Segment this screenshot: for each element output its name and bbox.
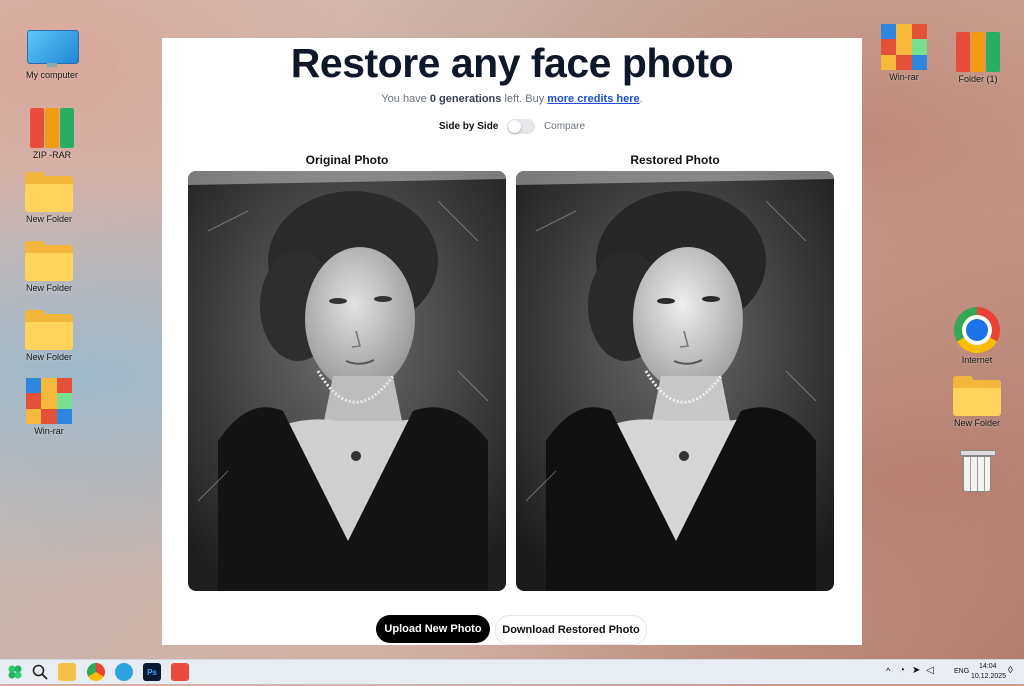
- winrar-icon: [881, 24, 927, 70]
- desktop-icon-winrar-left[interactable]: Win-rar: [17, 378, 81, 436]
- portrait-image: [188, 171, 506, 591]
- photo-restore-app: Restore any face photo You have 0 genera…: [162, 38, 862, 645]
- chrome-icon[interactable]: [87, 663, 105, 681]
- desktop-icon-folder-1[interactable]: Folder (1): [946, 28, 1010, 84]
- notification-bell-icon[interactable]: ◊: [1008, 665, 1013, 676]
- desktop-icon-zip-rar[interactable]: ZIP -RAR: [20, 104, 84, 160]
- original-photo-label: Original Photo: [305, 153, 389, 167]
- restored-photo: [516, 171, 834, 591]
- trash-icon: [960, 448, 996, 492]
- generations-count: 0 generations: [429, 93, 502, 105]
- desktop-icon-new-folder-1[interactable]: New Folder: [17, 172, 81, 224]
- view-mode-toggle-row: Side by Side Compare: [162, 119, 862, 134]
- side-by-side-label: Side by Side: [438, 121, 499, 132]
- page-title: Restore any face photo: [290, 40, 734, 86]
- folder-icon: [953, 376, 1001, 416]
- clock-date[interactable]: 10.12.2025: [971, 673, 1006, 680]
- desktop-icon-label: My computer: [25, 70, 78, 80]
- folder-icon: [25, 241, 73, 281]
- folder-icon: [25, 310, 73, 350]
- desktop-icon-new-folder-right[interactable]: New Folder: [945, 376, 1009, 428]
- desktop-icon-label: ZIP -RAR: [32, 150, 72, 160]
- archive-icon: [954, 28, 1002, 72]
- language-indicator[interactable]: ENG: [954, 668, 969, 675]
- buy-credits-link[interactable]: more credits here: [547, 93, 639, 105]
- archive-icon: [28, 104, 76, 148]
- restored-photo-label: Restored Photo: [630, 153, 720, 167]
- desktop-icon-my-computer[interactable]: My computer: [20, 30, 84, 80]
- desktop-icon-recycle-bin[interactable]: [945, 448, 1009, 492]
- start-icon[interactable]: [6, 663, 24, 681]
- tray-volume-icon[interactable]: ◁: [926, 665, 934, 676]
- tray-telegram-icon[interactable]: ➤: [912, 665, 920, 676]
- desktop-icon-label: Win-rar: [34, 426, 64, 436]
- desktop-icon-new-folder-2[interactable]: New Folder: [17, 241, 81, 293]
- compare-label: Compare: [543, 121, 586, 132]
- taskbar: Ps ^ ◔ ➤ ◁ ENG 14:04 10.12.2025 ◊: [0, 659, 1024, 684]
- portrait-image-restored: [516, 171, 834, 591]
- winrar-icon: [26, 378, 72, 424]
- computer-icon: [27, 30, 79, 68]
- clock-time[interactable]: 14:04: [979, 663, 997, 670]
- chrome-icon: [954, 307, 1000, 353]
- subtitle-suffix: .: [639, 93, 643, 105]
- subtitle-middle: left. Buy: [504, 93, 545, 105]
- credits-info: You have 0 generations left. Buy more cr…: [162, 93, 862, 105]
- desktop-icon-label: Internet: [961, 355, 993, 365]
- subtitle-prefix: You have: [381, 93, 427, 105]
- folder-icon: [25, 172, 73, 212]
- telegram-icon[interactable]: [115, 663, 133, 681]
- download-restored-photo-button[interactable]: Download Restored Photo: [495, 615, 647, 645]
- desktop-icon-internet[interactable]: Internet: [945, 307, 1009, 365]
- desktop-icon-winrar-right[interactable]: Win-rar: [872, 24, 936, 82]
- view-mode-switch[interactable]: [507, 119, 536, 134]
- desktop-icon-label: New Folder: [25, 214, 72, 224]
- desktop-icon-new-folder-3[interactable]: New Folder: [17, 310, 81, 362]
- photoshop-icon[interactable]: Ps: [143, 663, 161, 681]
- upload-new-photo-button[interactable]: Upload New Photo: [376, 615, 490, 643]
- desktop-icon-label: Folder (1): [958, 74, 998, 84]
- desktop-icon-label: New Folder: [953, 418, 1000, 428]
- desktop-icon-label: Win-rar: [889, 72, 919, 82]
- desktop-icon-label: New Folder: [25, 352, 72, 362]
- desktop-icon-label: New Folder: [25, 283, 72, 293]
- app-icon[interactable]: [171, 663, 189, 681]
- tray-network-icon[interactable]: ◔: [899, 665, 905, 676]
- file-explorer-icon[interactable]: [58, 663, 76, 681]
- original-photo: [188, 171, 506, 591]
- tray-chevron-icon[interactable]: ^: [886, 666, 890, 676]
- search-icon[interactable]: [31, 663, 49, 681]
